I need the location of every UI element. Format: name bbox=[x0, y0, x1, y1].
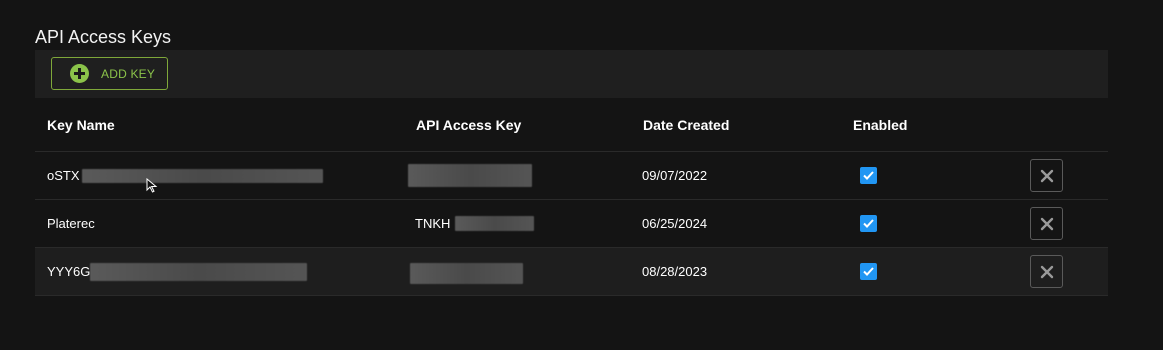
delete-key-button[interactable] bbox=[1030, 207, 1063, 240]
key-name: YYY6G bbox=[47, 264, 91, 279]
api-keys-table: Key Name API Access Key Date Created Ena… bbox=[35, 98, 1108, 296]
redacted-key-name bbox=[90, 263, 307, 281]
enabled-checkbox[interactable] bbox=[860, 167, 877, 184]
toolbar: ADD KEY bbox=[35, 50, 1108, 98]
mouse-pointer-icon bbox=[146, 178, 158, 193]
column-header-date-created: Date Created bbox=[643, 117, 730, 133]
enabled-checkbox[interactable] bbox=[860, 263, 877, 280]
table-row: Platerec TNKH 06/25/2024 bbox=[35, 200, 1108, 248]
redacted-api-key bbox=[410, 263, 523, 284]
date-created: 06/25/2024 bbox=[642, 216, 708, 231]
table-row: oSTX 09/07/2022 bbox=[35, 152, 1108, 200]
close-icon bbox=[1040, 217, 1053, 230]
delete-key-button[interactable] bbox=[1030, 255, 1063, 288]
add-key-button[interactable]: ADD KEY bbox=[51, 57, 168, 90]
add-key-label: ADD KEY bbox=[101, 66, 156, 81]
column-header-api-access-key: API Access Key bbox=[416, 117, 522, 133]
redacted-key-name bbox=[82, 169, 323, 183]
checkmark-icon bbox=[863, 219, 874, 228]
enabled-checkbox[interactable] bbox=[860, 215, 877, 232]
checkmark-icon bbox=[863, 267, 874, 276]
table-header: Key Name API Access Key Date Created Ena… bbox=[35, 98, 1108, 152]
column-header-enabled: Enabled bbox=[853, 117, 908, 133]
delete-key-button[interactable] bbox=[1030, 159, 1063, 192]
date-created: 09/07/2022 bbox=[642, 168, 708, 183]
redacted-api-key bbox=[455, 216, 534, 231]
close-icon bbox=[1040, 169, 1053, 182]
date-created: 08/28/2023 bbox=[642, 264, 708, 279]
checkmark-icon bbox=[863, 171, 874, 180]
redacted-api-key bbox=[408, 164, 532, 187]
table-row: YYY6G 08/28/2023 bbox=[35, 248, 1108, 296]
close-icon bbox=[1040, 265, 1053, 278]
plus-circle-icon bbox=[70, 64, 89, 83]
key-name: Platerec bbox=[47, 216, 95, 231]
api-key-value: TNKH bbox=[415, 216, 451, 231]
key-name: oSTX bbox=[47, 168, 80, 183]
column-header-key-name: Key Name bbox=[47, 117, 115, 133]
page-title: API Access Keys bbox=[35, 27, 172, 47]
